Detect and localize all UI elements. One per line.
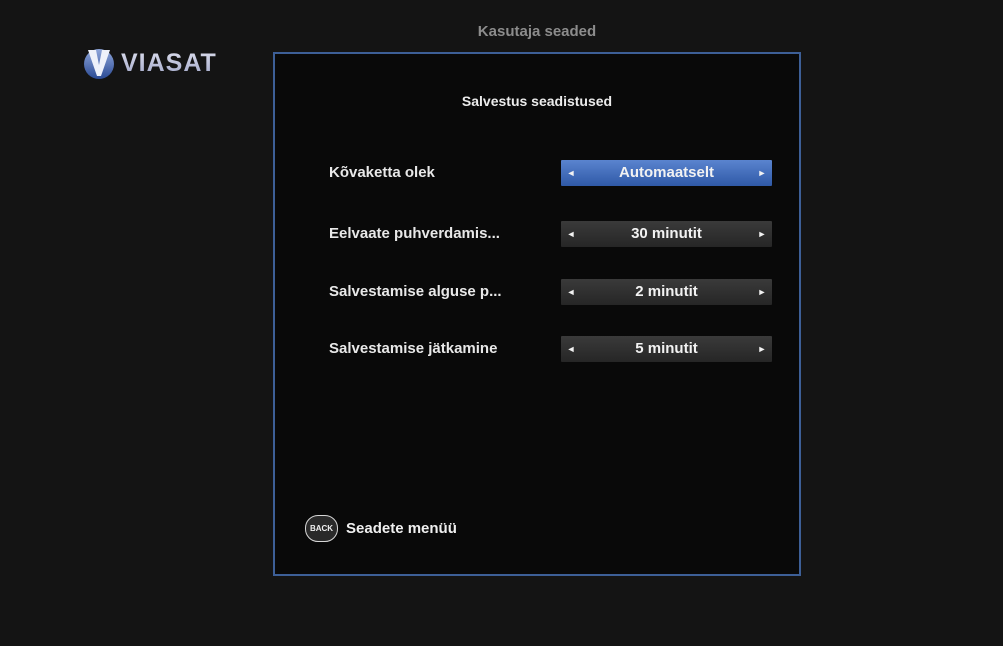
arrow-left-icon[interactable]: ◄ [561, 336, 581, 362]
logo-text: VIASAT [121, 46, 217, 80]
setting-label: Salvestamise alguse p... [329, 283, 502, 300]
viasat-v-logo-icon [84, 49, 114, 79]
selector-value: Automaatselt [618, 164, 715, 181]
selector-value: 30 minutit [631, 225, 702, 242]
setting-label: Salvestamise jätkamine [329, 340, 498, 357]
preview-buffer-selector[interactable]: ◄ 30 minutit ► [561, 221, 772, 247]
settings-screen: VIASAT Kasutaja seaded Salvestus seadist… [0, 0, 1003, 646]
arrow-left-icon[interactable]: ◄ [561, 279, 581, 305]
viasat-logo: VIASAT [83, 46, 217, 80]
panel-title: Salvestus seadistused [461, 93, 613, 109]
arrow-right-icon[interactable]: ► [752, 221, 772, 247]
recording-start-selector[interactable]: ◄ 2 minutit ► [561, 279, 772, 305]
footer-back: BACK Seadete menüü [305, 515, 457, 542]
setting-row-hdd-state: Kõvaketta olek ◄ Automaatselt ► [275, 160, 799, 186]
setting-label: Eelvaate puhverdamis... [329, 225, 500, 242]
arrow-right-icon[interactable]: ► [752, 336, 772, 362]
hdd-state-selector[interactable]: ◄ Automaatselt ► [561, 160, 772, 186]
selector-value: 5 minutit [635, 340, 698, 357]
setting-label: Kõvaketta olek [329, 164, 435, 181]
arrow-right-icon[interactable]: ► [752, 160, 772, 186]
recording-extension-selector[interactable]: ◄ 5 minutit ► [561, 336, 772, 362]
setting-row-preview-buffer: Eelvaate puhverdamis... ◄ 30 minutit ► [275, 221, 799, 247]
arrow-right-icon[interactable]: ► [752, 279, 772, 305]
setting-row-recording-extension: Salvestamise jätkamine ◄ 5 minutit ► [275, 336, 799, 362]
arrow-left-icon[interactable]: ◄ [561, 221, 581, 247]
arrow-left-icon[interactable]: ◄ [561, 160, 581, 186]
selector-value: 2 minutit [635, 283, 698, 300]
setting-row-recording-start: Salvestamise alguse p... ◄ 2 minutit ► [275, 279, 799, 305]
back-label: Seadete menüü [346, 520, 457, 537]
back-button[interactable]: BACK [305, 515, 338, 542]
recording-settings-panel: Salvestus seadistused Kõvaketta olek ◄ A… [273, 52, 801, 576]
screen-title: Kasutaja seaded [477, 23, 597, 40]
